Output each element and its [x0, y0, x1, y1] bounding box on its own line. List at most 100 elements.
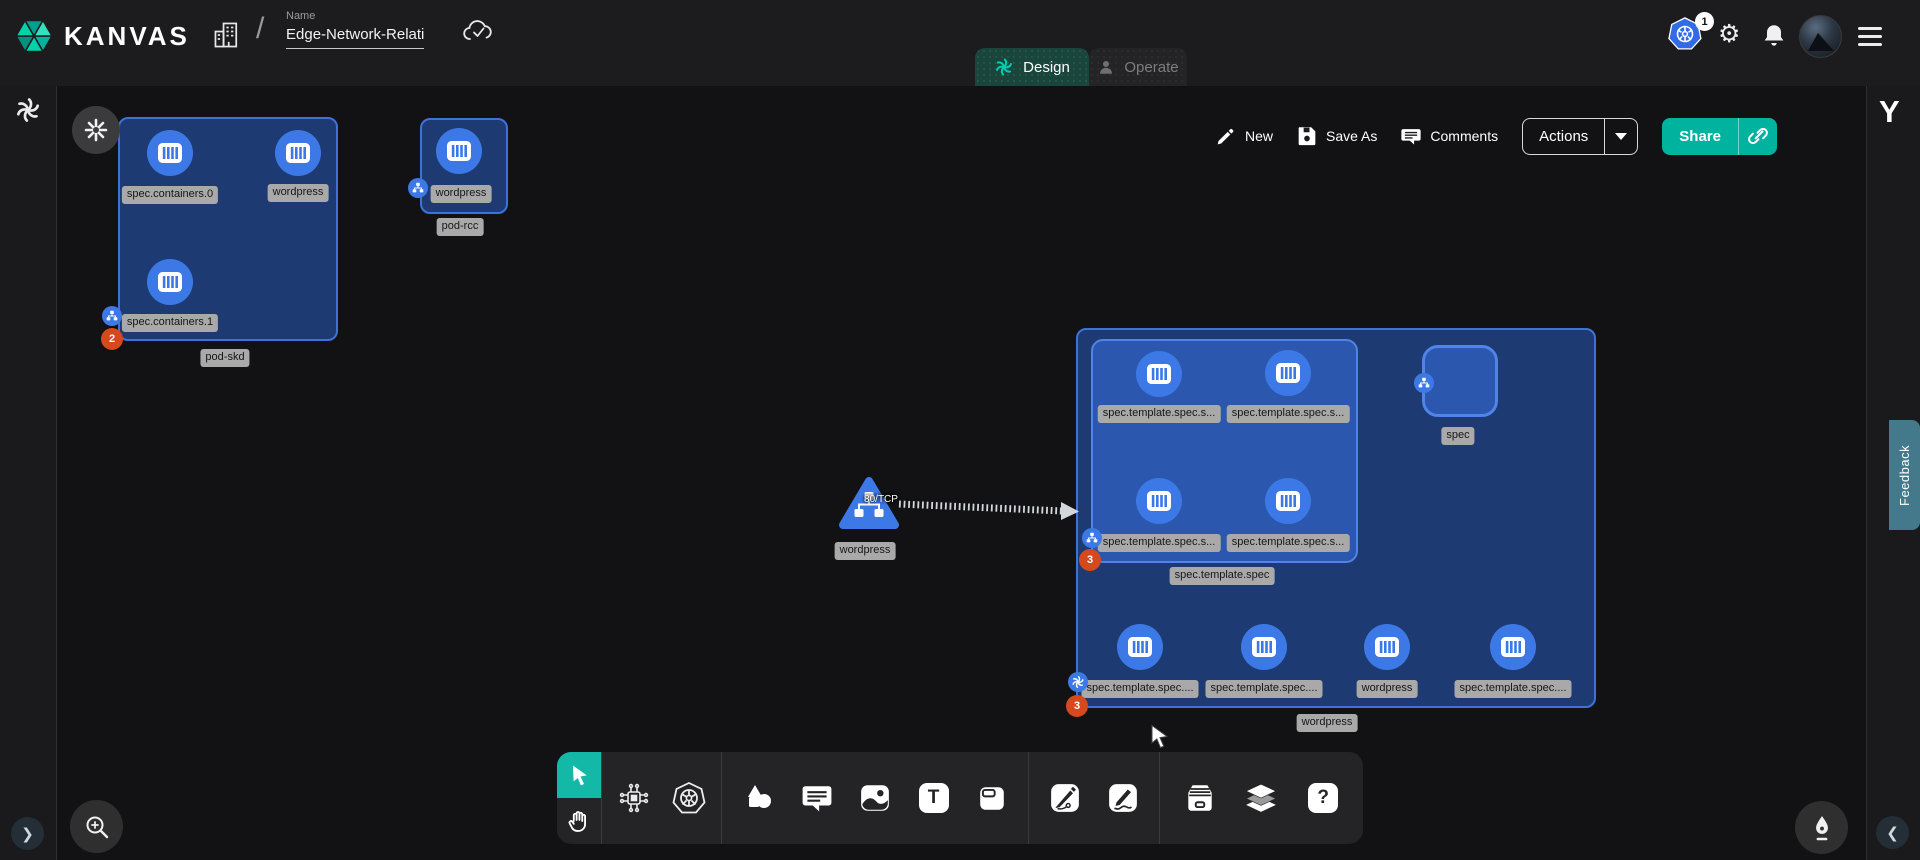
node-container[interactable] [1136, 351, 1182, 397]
user-avatar[interactable] [1799, 15, 1842, 58]
container-icon [1274, 488, 1302, 514]
pen-path-icon [1049, 782, 1081, 814]
expand-right-panel-button[interactable]: ❮ [1876, 816, 1909, 849]
group-label-wordpress-deployment[interactable]: wordpress [1297, 714, 1358, 732]
node-container[interactable] [436, 128, 482, 174]
error-count-badge[interactable]: 3 [1066, 695, 1088, 717]
save-as-button[interactable]: Save As [1297, 126, 1377, 146]
whiteboard-pen-button[interactable] [1795, 801, 1848, 854]
container-icon [1499, 634, 1527, 660]
node-label[interactable]: wordpress [835, 542, 896, 560]
k8s-resource-badge[interactable] [1082, 528, 1102, 548]
breadcrumb-separator: / [256, 12, 264, 46]
meshery-spiral-icon[interactable] [14, 96, 42, 124]
comments-button[interactable]: Comments [1401, 126, 1498, 146]
expand-left-panel-button[interactable]: ❯ [11, 817, 44, 850]
node-label[interactable]: spec.template.spec.s... [1227, 534, 1350, 552]
group-label-pod-rcc[interactable]: pod-rcc [437, 218, 484, 236]
comment-bubble-icon [801, 782, 833, 814]
kanvas-logo[interactable]: KANVAS [14, 16, 190, 56]
node-container[interactable] [147, 259, 193, 305]
node-label[interactable]: spec.containers.0 [122, 186, 218, 204]
notifications-bell-icon[interactable] [1761, 22, 1787, 50]
cluster-node[interactable] [72, 106, 120, 154]
layers-tool-button[interactable] [1239, 768, 1283, 828]
group-spec-template-spec[interactable] [1091, 339, 1358, 563]
design-badge[interactable] [1068, 672, 1088, 692]
copy-link-button[interactable] [1739, 118, 1777, 155]
node-label[interactable]: wordpress [268, 184, 329, 202]
share-split-button[interactable]: Share [1662, 118, 1777, 155]
node-container[interactable] [1265, 478, 1311, 524]
hamburger-menu-icon[interactable] [1858, 27, 1882, 46]
container-icon [156, 140, 184, 166]
components-tool-button[interactable] [612, 768, 656, 828]
zoom-search-button[interactable] [70, 800, 123, 853]
design-name-input[interactable] [286, 24, 424, 49]
node-service[interactable] [838, 476, 900, 537]
node-container[interactable] [275, 130, 321, 176]
container-icon [284, 140, 312, 166]
node-container[interactable] [1265, 350, 1311, 396]
node-label[interactable]: spec.template.spec.s... [1227, 405, 1350, 423]
toolbar-section-annotate: T [722, 752, 1028, 844]
node-label[interactable]: spec.template.spec.s... [1098, 405, 1221, 423]
node-label[interactable]: spec.containers.1 [122, 314, 218, 332]
comment-tool-button[interactable] [795, 768, 839, 828]
error-count-badge[interactable]: 3 [1079, 549, 1101, 571]
node-label[interactable]: spec.template.spec.... [1455, 680, 1572, 698]
node-label[interactable]: spec [1441, 427, 1474, 445]
right-rail: Y Feedback ❮ [1866, 86, 1920, 860]
organization-icon[interactable] [212, 20, 242, 50]
dock-logo-mark: Y [1879, 94, 1900, 130]
node-container[interactable] [1490, 624, 1536, 670]
actions-split-button[interactable]: Actions [1522, 118, 1638, 155]
k8s-resource-badge[interactable] [1414, 373, 1434, 393]
node-container[interactable] [1364, 624, 1410, 670]
edge-port-label[interactable]: 80/TCP [864, 494, 898, 505]
tab-design-label: Design [1023, 59, 1070, 76]
feedback-tab[interactable]: Feedback [1889, 420, 1920, 530]
chevron-down-icon [1615, 133, 1627, 140]
node-label[interactable]: wordpress [431, 185, 492, 203]
image-tool-button[interactable] [853, 768, 897, 828]
k8s-resource-icon [412, 182, 424, 194]
service-edge-arrow[interactable] [893, 492, 1093, 522]
node-container[interactable] [1136, 478, 1182, 524]
tab-design[interactable]: Design [975, 48, 1089, 86]
node-label[interactable]: spec.template.spec.s... [1098, 534, 1221, 552]
group-label-pod-skd[interactable]: pod-skd [200, 349, 249, 367]
k8s-context-switcher[interactable]: 1 [1668, 16, 1714, 56]
error-count-badge[interactable]: 2 [101, 328, 123, 350]
text-tool-button[interactable]: T [912, 768, 956, 828]
note-tool-button[interactable] [970, 768, 1014, 828]
comments-label: Comments [1430, 128, 1498, 144]
node-label[interactable]: spec.template.spec.... [1206, 680, 1323, 698]
drawer-tool-button[interactable] [1178, 768, 1222, 828]
k8s-resource-badge[interactable] [102, 306, 122, 326]
image-icon [859, 782, 891, 814]
node-label[interactable]: wordpress [1357, 680, 1418, 698]
node-container[interactable] [1241, 624, 1287, 670]
node-container[interactable] [147, 130, 193, 176]
select-tool-button[interactable] [557, 752, 601, 798]
pen-tool-button[interactable] [1043, 768, 1087, 828]
kubernetes-tool-button[interactable] [667, 768, 711, 828]
node-container[interactable] [1117, 624, 1163, 670]
logo-wordmark: KANVAS [64, 21, 190, 52]
actions-dropdown-arrow[interactable] [1605, 119, 1637, 154]
pan-tool-button[interactable] [557, 798, 601, 844]
node-label[interactable]: spec.template.spec.... [1082, 680, 1199, 698]
help-tool-button[interactable]: ? [1301, 768, 1345, 828]
tab-operate[interactable]: Operate [1089, 48, 1187, 86]
container-icon [1274, 360, 1302, 386]
kanvas-app: KANVAS / Name [0, 0, 1920, 860]
shapes-icon [743, 782, 775, 814]
shapes-tool-button[interactable] [737, 768, 781, 828]
helm-wheel-icon [672, 781, 706, 815]
group-label-spec-template-spec[interactable]: spec.template.spec [1170, 567, 1275, 585]
freehand-tool-button[interactable] [1101, 768, 1145, 828]
new-button[interactable]: New [1216, 126, 1273, 146]
settings-gear-icon[interactable]: ⚙ [1718, 21, 1740, 46]
k8s-resource-badge[interactable] [408, 178, 428, 198]
